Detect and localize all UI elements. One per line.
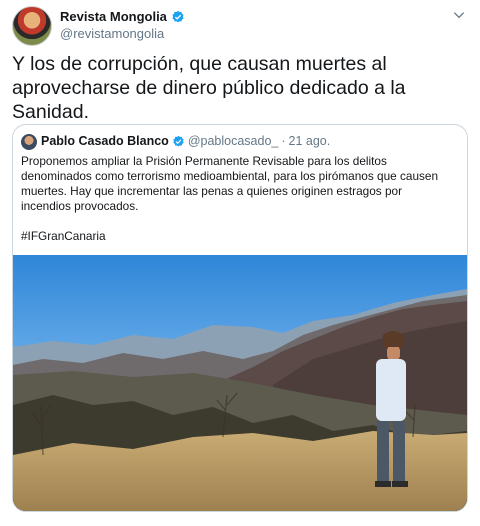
quoted-tweet-photo[interactable] [13, 255, 467, 511]
quoted-tweet-text: Proponemos ampliar la Prisión Permanente… [21, 154, 439, 213]
quoted-author-handle[interactable]: @pablocasado_ [188, 134, 279, 148]
chevron-down-icon[interactable] [452, 8, 466, 22]
quoted-tweet[interactable]: Pablo Casado Blanco @pablocasado_ · 21 a… [12, 124, 468, 512]
verified-badge-icon [172, 10, 184, 22]
quoted-author-name[interactable]: Pablo Casado Blanco [41, 134, 169, 148]
author-handle[interactable]: @revistamongolia [60, 26, 164, 41]
hashtag[interactable]: #IFGranCanaria [21, 229, 106, 243]
verified-badge-icon [173, 135, 184, 147]
tweet-text: Y los de corrupción, que causan muertes … [12, 53, 406, 123]
quoted-tweet-date[interactable]: 21 ago. [289, 134, 331, 148]
quoted-author-avatar[interactable] [21, 134, 37, 150]
separator-dot: · [281, 134, 286, 148]
tweet: Revista Mongolia @revistamongolia Y los … [0, 0, 480, 526]
quoted-tweet-header: Pablo Casado Blanco @pablocasado_ · 21 a… [41, 134, 330, 148]
author-name-row: Revista Mongolia [60, 9, 185, 24]
author-avatar[interactable] [12, 6, 52, 46]
author-display-name[interactable]: Revista Mongolia [60, 9, 167, 24]
